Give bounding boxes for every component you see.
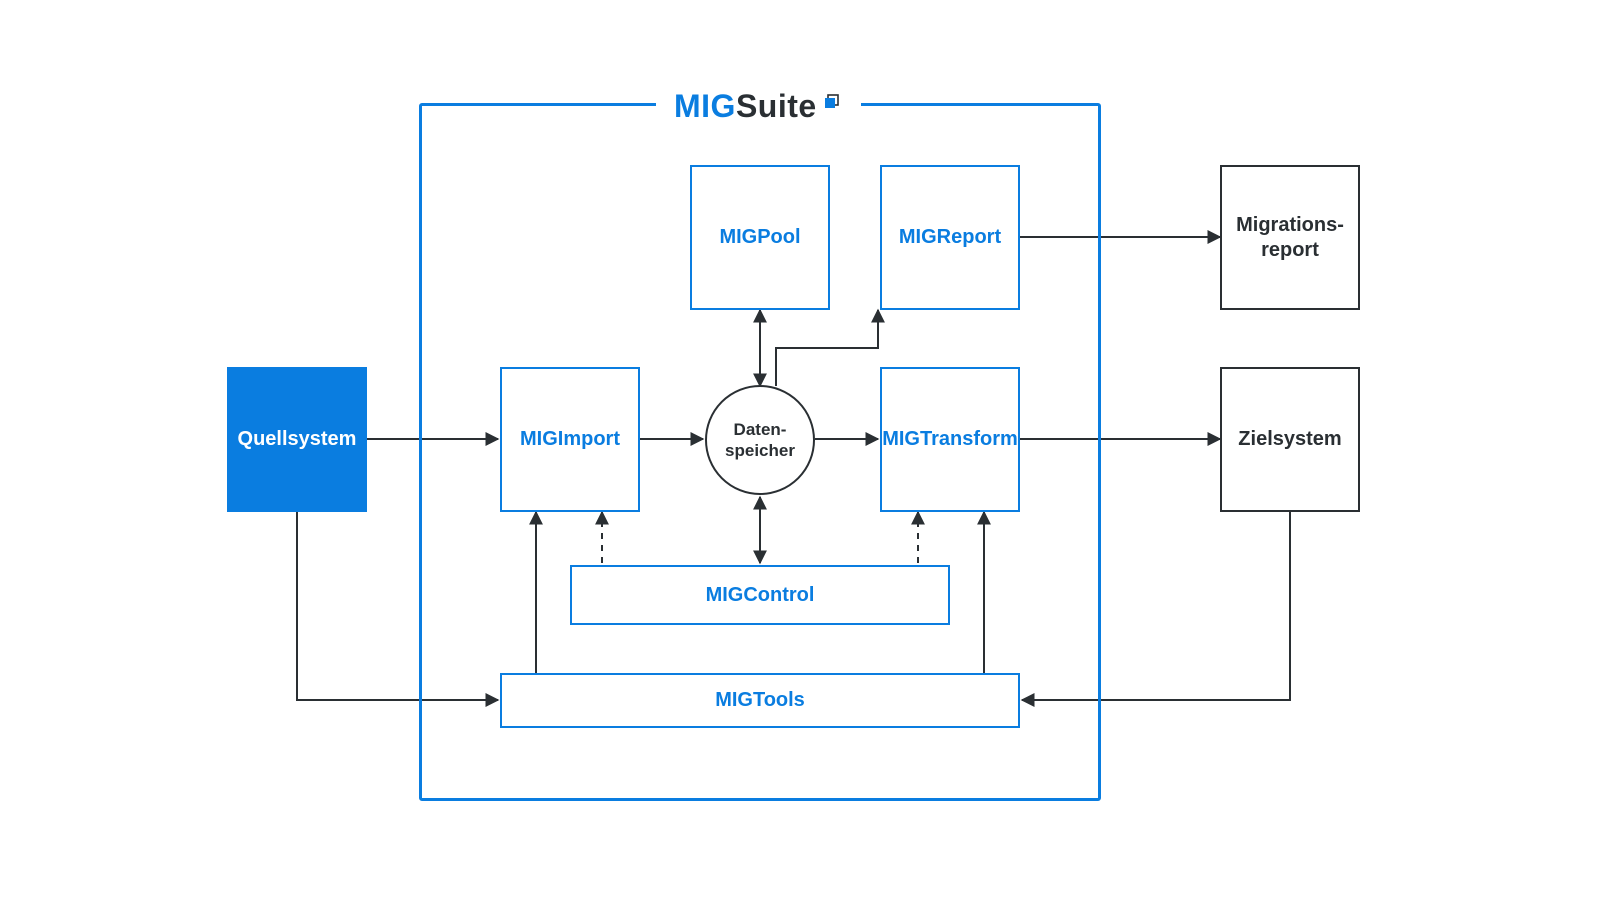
node-migtransform-label: MIGTransform: [882, 427, 1018, 452]
node-zielsystem-label: Zielsystem: [1238, 427, 1341, 452]
node-datenspeicher: Daten- speicher: [705, 385, 815, 495]
node-quellsystem-label: Quellsystem: [238, 427, 357, 452]
node-migtools-label: MIGTools: [715, 688, 805, 713]
migsuite-title-part1: MIG: [674, 88, 736, 125]
node-migrationsreport: Migrations- report: [1220, 165, 1360, 310]
node-migimport: MIGImport: [500, 367, 640, 512]
node-migimport-label: MIGImport: [520, 427, 620, 452]
node-migtransform: MIGTransform: [880, 367, 1020, 512]
node-migrationsreport-line2: report: [1261, 239, 1319, 261]
node-migcontrol: MIGControl: [570, 565, 950, 625]
registered-icon: [823, 90, 843, 110]
node-migcontrol-label: MIGControl: [706, 583, 815, 608]
node-migpool: MIGPool: [690, 165, 830, 310]
migsuite-title: MIGSuite: [656, 84, 861, 129]
node-datenspeicher-line2: speicher: [725, 441, 795, 460]
node-migreport: MIGReport: [880, 165, 1020, 310]
migsuite-title-part2: Suite: [736, 88, 817, 125]
node-datenspeicher-line1: Daten-: [734, 420, 787, 439]
node-migtools: MIGTools: [500, 673, 1020, 728]
diagram-canvas: MIGSuite Quellsystem Migrations- report …: [0, 0, 1600, 900]
node-migpool-label: MIGPool: [719, 225, 800, 250]
node-migrationsreport-line1: Migrations-: [1236, 214, 1344, 236]
node-zielsystem: Zielsystem: [1220, 367, 1360, 512]
node-quellsystem: Quellsystem: [227, 367, 367, 512]
node-migreport-label: MIGReport: [899, 225, 1001, 250]
